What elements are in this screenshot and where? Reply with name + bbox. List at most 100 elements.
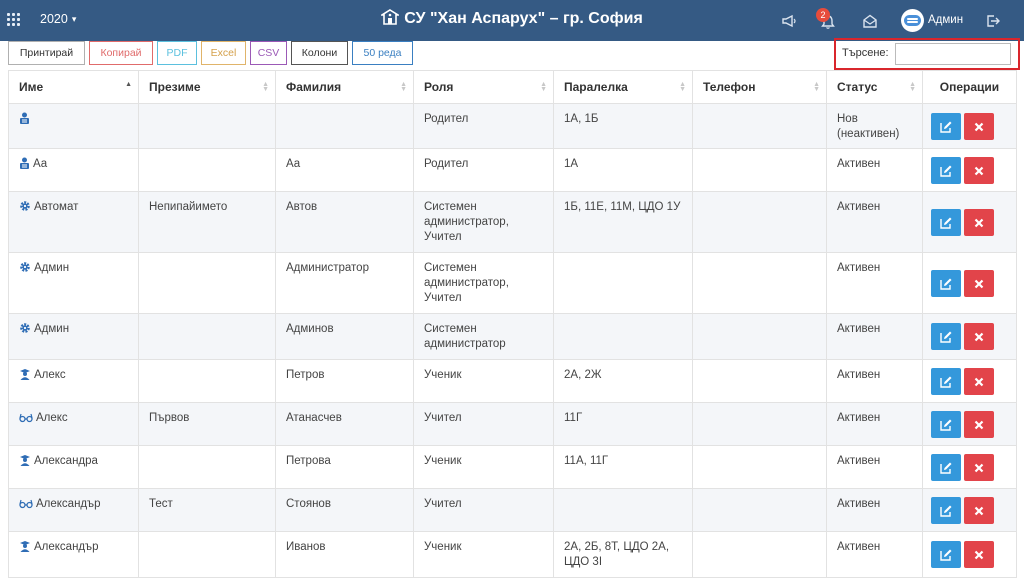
- copy-button[interactable]: Копирай: [89, 41, 153, 65]
- cell-phone: [692, 252, 827, 314]
- cell-role: Родител: [413, 148, 554, 192]
- cell-first-name[interactable]: Алекс: [8, 359, 139, 403]
- cell-phone: [692, 402, 827, 446]
- cell-middle-name: [138, 252, 276, 314]
- cell-first-name[interactable]: [8, 103, 139, 149]
- col-header-role[interactable]: Роля ▲ ▼: [413, 70, 554, 104]
- table-body: Родител 1А, 1Б Нов (неактивен) Аа Аа Родител 1…: [8, 103, 1017, 578]
- table-row: Алекс Петров Ученик 2А, 2Ж Активен: [8, 359, 1017, 403]
- table-row: Александра Петрова Ученик 11А, 11Г Активен: [8, 445, 1017, 489]
- cell-operations: [922, 191, 1017, 253]
- excel-button[interactable]: Excel: [201, 41, 246, 65]
- edit-button[interactable]: [931, 323, 961, 350]
- delete-button[interactable]: [964, 453, 994, 481]
- cell-first-name[interactable]: Автомат: [8, 191, 139, 253]
- notification-badge: 2: [816, 8, 830, 22]
- cell-status: Активен: [826, 531, 923, 578]
- cell-first-name[interactable]: Александра: [8, 445, 139, 489]
- cell-first-name[interactable]: Александър: [8, 531, 139, 578]
- cell-phone: [692, 359, 827, 403]
- print-button[interactable]: Принтирай: [8, 41, 85, 65]
- admin-gear-icon: [19, 322, 31, 339]
- edit-button[interactable]: [931, 541, 961, 568]
- cell-status: Активен: [826, 359, 923, 403]
- pdf-button[interactable]: PDF: [157, 41, 197, 65]
- delete-button[interactable]: [964, 496, 994, 524]
- cell-status: Активен: [826, 445, 923, 489]
- megaphone-icon[interactable]: [781, 13, 797, 29]
- delete-button[interactable]: [964, 541, 994, 568]
- cell-last-name: Админов: [275, 313, 414, 360]
- cell-operations: [922, 488, 1017, 532]
- search-input[interactable]: [895, 43, 1011, 65]
- cell-middle-name: [138, 531, 276, 578]
- cell-last-name: Петрова: [275, 445, 414, 489]
- delete-button[interactable]: [964, 367, 994, 395]
- col-header-class[interactable]: Паралелка ▲ ▼: [553, 70, 693, 104]
- edit-button[interactable]: [931, 208, 961, 236]
- columns-button[interactable]: Колони: [291, 41, 348, 65]
- edit-button[interactable]: [931, 269, 961, 297]
- logout-icon[interactable]: [985, 13, 1001, 29]
- school-title: СУ "Хан Аспарух" – гр. София: [404, 10, 643, 27]
- envelope-open-icon[interactable]: [862, 13, 878, 29]
- delete-button[interactable]: [964, 156, 994, 184]
- delete-button[interactable]: [964, 208, 994, 236]
- first-name-link[interactable]: Алекс: [34, 369, 66, 381]
- student-icon: [19, 454, 31, 471]
- sort-icon: ▲ ▼: [679, 81, 686, 93]
- cell-middle-name: Тест: [138, 488, 276, 532]
- table-row: Александър Иванов Ученик 2А, 2Б, 8Т, ЦДО 2А…: [8, 531, 1017, 578]
- edit-button[interactable]: [931, 496, 961, 524]
- edit-button[interactable]: [931, 453, 961, 481]
- edit-button[interactable]: [931, 156, 961, 184]
- cell-role: Системен администратор, Учител: [413, 252, 554, 314]
- cell-status: Нов (неактивен): [826, 103, 923, 149]
- col-header-last-name[interactable]: Фамилия ▲ ▼: [275, 70, 414, 104]
- delete-button[interactable]: [964, 112, 994, 140]
- cell-first-name[interactable]: Алекс: [8, 402, 139, 446]
- first-name-link[interactable]: Автомат: [34, 201, 78, 213]
- first-name-link[interactable]: Александра: [34, 455, 98, 467]
- col-header-phone[interactable]: Телефон ▲ ▼: [692, 70, 827, 104]
- page-size-button[interactable]: 50 реда: [352, 41, 413, 65]
- first-name-link[interactable]: Аа: [33, 158, 47, 170]
- cell-operations: [922, 103, 1017, 149]
- cell-role: Родител: [413, 103, 554, 149]
- cell-middle-name: Първов: [138, 402, 276, 446]
- cell-first-name[interactable]: Админ: [8, 252, 139, 314]
- cell-operations: [922, 402, 1017, 446]
- col-header-status[interactable]: Статус ▲ ▼: [826, 70, 923, 104]
- edit-button[interactable]: [931, 112, 961, 140]
- first-name-link[interactable]: Админ: [34, 262, 69, 274]
- cell-class: 2А, 2Ж: [553, 359, 693, 403]
- cell-role: Системен администратор, Учител: [413, 191, 554, 253]
- cell-first-name[interactable]: Аа: [8, 148, 139, 192]
- csv-button[interactable]: CSV: [250, 41, 287, 65]
- school-icon: [381, 9, 400, 25]
- cell-status: Активен: [826, 252, 923, 314]
- cell-middle-name: [138, 313, 276, 360]
- first-name-link[interactable]: Админ: [34, 323, 69, 335]
- search-container: Търсене:: [834, 38, 1020, 70]
- table-row: Админ Администратор Системен администратор…: [8, 252, 1017, 314]
- table-row: Александър Тест Стоянов Учител Активен: [8, 488, 1017, 532]
- cell-first-name[interactable]: Александър: [8, 488, 139, 532]
- avatar[interactable]: [901, 9, 924, 32]
- first-name-link[interactable]: Александър: [36, 498, 100, 510]
- cell-phone: [692, 531, 827, 578]
- cell-first-name[interactable]: Админ: [8, 313, 139, 360]
- first-name-link[interactable]: Алекс: [36, 412, 68, 424]
- cell-operations: [922, 359, 1017, 403]
- col-header-middle-name[interactable]: Презиме ▲ ▼: [138, 70, 276, 104]
- first-name-link[interactable]: Александър: [34, 541, 98, 553]
- cell-class: [553, 313, 693, 360]
- delete-button[interactable]: [964, 269, 994, 297]
- delete-button[interactable]: [964, 323, 994, 350]
- delete-button[interactable]: [964, 410, 994, 438]
- edit-button[interactable]: [931, 367, 961, 395]
- cell-last-name: Аа: [275, 148, 414, 192]
- user-name[interactable]: Админ: [928, 14, 963, 26]
- edit-button[interactable]: [931, 410, 961, 438]
- col-header-first-name[interactable]: Име ▲: [8, 70, 139, 104]
